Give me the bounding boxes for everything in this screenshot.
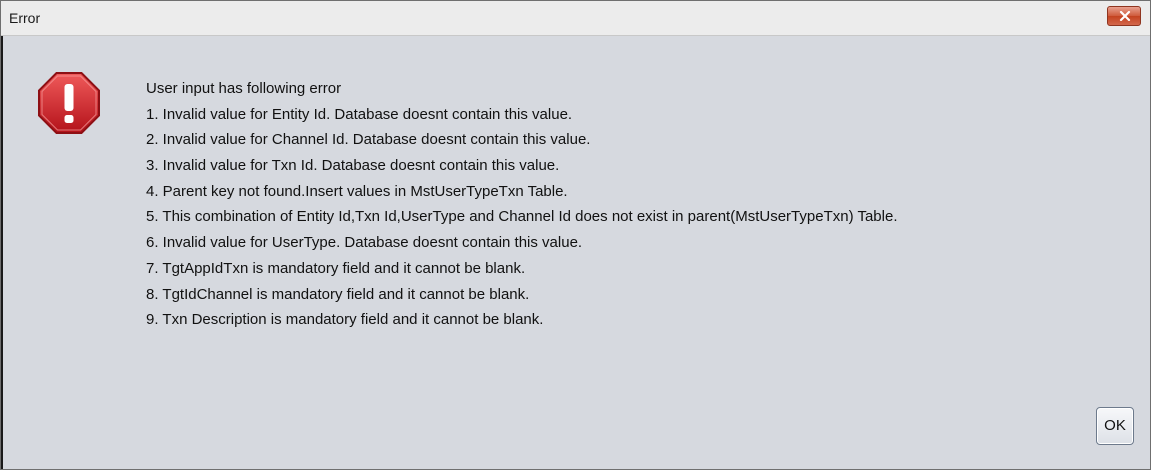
error-octagon-icon <box>38 72 100 134</box>
dialog-left-edge <box>1 36 3 469</box>
error-item-5: 5. This combination of Entity Id,Txn Id,… <box>146 208 898 226</box>
error-item-1: 1. Invalid value for Entity Id. Database… <box>146 105 573 123</box>
error-item-8: 8. TgtIdChannel is mandatory field and i… <box>146 285 530 303</box>
error-message-list: User input has following error 1. Invali… <box>146 79 898 336</box>
error-item-4: 4. Parent key not found.Insert values in… <box>146 182 568 200</box>
error-header-text: User input has following error <box>146 80 342 97</box>
close-button[interactable] <box>1107 6 1141 26</box>
close-icon <box>1119 11 1131 21</box>
error-item-3: 3. Invalid value for Txn Id. Database do… <box>146 157 560 175</box>
error-item-2: 2. Invalid value for Channel Id. Databas… <box>146 131 591 149</box>
error-item-7: 7. TgtAppIdTxn is mandatory field and it… <box>146 259 526 277</box>
dialog-title: Error <box>9 10 41 26</box>
error-item-9: 9. Txn Description is mandatory field an… <box>146 311 544 329</box>
title-bar[interactable]: Error <box>1 1 1150 36</box>
error-dialog: Error User input has following error 1. … <box>0 0 1151 470</box>
ok-button[interactable]: OK <box>1096 407 1134 445</box>
error-item-6: 6. Invalid value for UserType. Database … <box>146 234 583 252</box>
